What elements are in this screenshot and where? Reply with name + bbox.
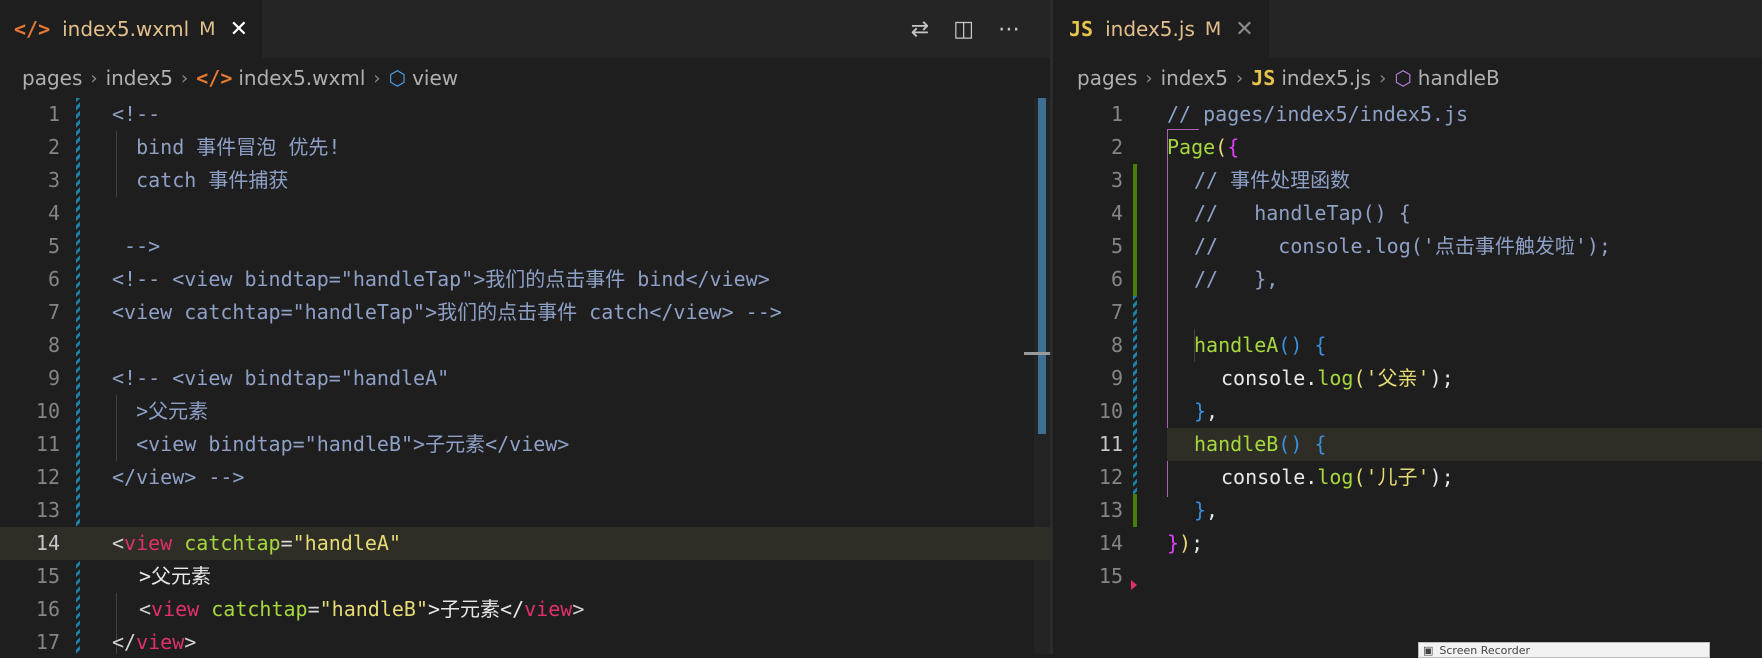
code-line: 4// handleTap() { [1110,201,1411,225]
screen-recorder-window[interactable]: ▣ Screen Recorder [1418,642,1710,658]
breadcrumb-symbol[interactable]: handleB [1418,66,1500,90]
code-line: 2 bind 事件冒泡 优先! [47,135,341,159]
code-line: 3 catch 事件捕获 [47,168,289,192]
more-actions-icon[interactable]: ⋯ [998,17,1020,42]
split-editor-icon[interactable]: ◫ [953,17,974,42]
code-line: 16 <view catchtap="handleB">子元素</view> [35,597,585,621]
code-line: 15 >父元素 [35,564,212,588]
right-editor-group: JS index5.js M ✕ pages › index5 › JS ind… [1053,0,1762,654]
breadcrumb-index5[interactable]: index5 [106,66,173,90]
code-line: 10 >父元素 [35,399,209,423]
code-line: 2 Page({ [1110,135,1240,159]
code-line: 1 <!-- [47,102,161,126]
breadcrumb-symbol[interactable]: view [412,66,458,90]
chevron-right-icon: › [1379,67,1387,89]
recorder-title: Screen Recorder [1439,643,1531,657]
xml-file-icon: </> [14,17,51,41]
modified-indicator: M [1204,18,1222,40]
code-line: 17 </view> [35,630,197,654]
tab-index5-js[interactable]: JS index5.js M ✕ [1053,0,1269,58]
editor-actions: ⇄ ◫ ⋯ [911,0,1020,58]
code-line: 6// }, [1110,267,1279,291]
code-line: 4 [47,201,60,225]
code-line: 10}, [1098,399,1219,423]
chevron-right-icon: › [90,67,98,89]
code-line: 8 [47,333,60,357]
code-line: 12 console.log('儿子'); [1098,465,1454,489]
modified-indicator: M [199,18,216,40]
wxml-code-editor[interactable]: 1 <!-- 2 bind 事件冒泡 优先! 3 catch 事件捕获 4 5 -… [0,98,1050,654]
current-code-line: 11 handleB() { [1099,428,1762,461]
code-line: 5 --> [47,234,161,258]
breadcrumb-file[interactable]: index5.js [1281,66,1371,90]
method-cube-icon: ⬡ [1394,66,1412,90]
left-tab-bar: </> index5.wxml M ✕ ⇄ ◫ ⋯ [0,0,1050,58]
chevron-right-icon: › [181,67,189,89]
compare-changes-icon[interactable]: ⇄ [911,17,929,42]
code-line: 9 console.log('父亲'); [1110,366,1454,390]
js-code-editor[interactable]: 1// pages/index5/index5.js 2 Page({ 3// 事… [1053,98,1762,654]
breadcrumb-pages[interactable]: pages [1077,66,1137,90]
chevron-right-icon: › [1236,67,1244,89]
code-line: 6 <!-- <view bindtap="handleTap">我们的点击事件 … [47,267,770,291]
film-icon: ▣ [1423,643,1434,657]
code-line: 11 <view bindtap="handleB">子元素</view> [35,432,570,456]
chevron-right-icon: › [373,67,381,89]
chevron-right-icon: › [1145,67,1153,89]
current-code-line: 14 <view catchtap="handleA" [0,527,1050,560]
code-line: 1// pages/index5/index5.js [1110,102,1469,126]
code-line: 5// console.log('点击事件触发啦'); [1110,234,1611,258]
breadcrumb-pages[interactable]: pages [22,66,82,90]
code-line: 15 [1098,564,1123,588]
javascript-file-icon: JS [1069,17,1094,41]
code-line: 3// 事件处理函数 [1110,168,1351,192]
breadcrumb-index5[interactable]: index5 [1161,66,1228,90]
javascript-file-icon: JS [1251,66,1276,90]
close-icon[interactable]: ✕ [1235,17,1253,42]
tab-title: index5.js [1105,17,1195,41]
tab-title: index5.wxml [62,17,190,41]
code-line: 13 [35,498,60,522]
breadcrumb: pages › index5 › JS index5.js › ⬡ handle… [1053,58,1762,98]
breadcrumb: pages › index5 › </> index5.wxml › ⬡ vie… [0,58,1050,98]
code-line: 7 <view catchtap="handleTap">我们的点击事件 catc… [47,300,782,324]
left-editor-group: </> index5.wxml M ✕ ⇄ ◫ ⋯ pages › index5… [0,0,1050,654]
code-line: 7 [1110,300,1123,324]
code-line: 14}); [1098,531,1204,555]
xml-file-icon: </> [196,66,233,90]
code-line: 9 <!-- <view bindtap="handleA" [47,366,450,390]
right-tab-bar: JS index5.js M ✕ [1053,0,1762,58]
breadcrumb-file[interactable]: index5.wxml [238,66,365,90]
code-line: 13}, [1098,498,1219,522]
element-cube-icon: ⬡ [388,66,407,90]
code-line: 12 </view> --> [35,465,245,489]
tab-index5-wxml[interactable]: </> index5.wxml M ✕ [0,0,262,58]
code-line: 8 handleA() { [1110,333,1327,357]
close-icon[interactable]: ✕ [230,17,248,42]
